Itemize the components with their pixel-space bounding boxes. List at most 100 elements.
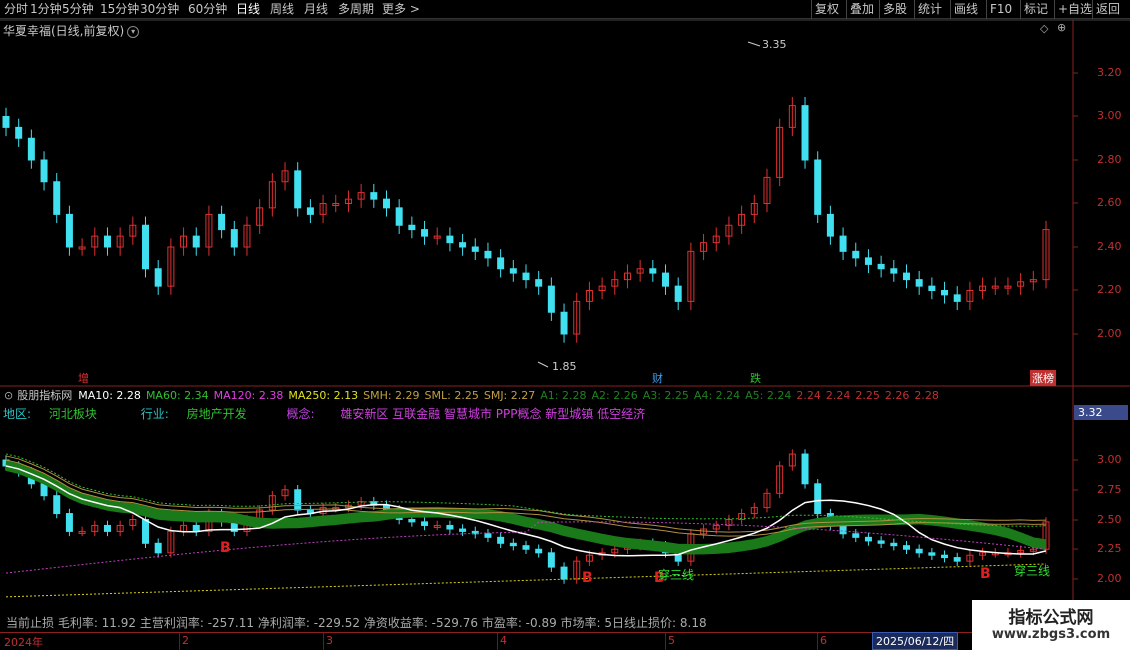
candle-body xyxy=(928,285,936,291)
date-separator xyxy=(323,633,324,650)
ma-value-5: SML: 2.25 xyxy=(424,389,479,402)
candle-body xyxy=(192,235,200,248)
region-value[interactable]: 河北板块 xyxy=(49,407,97,421)
sub-candle-body xyxy=(103,524,111,532)
sub-candle-body xyxy=(877,540,885,544)
price-tick: 2.60 xyxy=(1097,196,1122,209)
sub-candle-body xyxy=(53,495,61,515)
candle-body xyxy=(53,181,61,215)
sub-candle-body xyxy=(154,542,162,554)
candle-body xyxy=(306,207,314,215)
sub-candle-body xyxy=(801,453,809,485)
sub-candle-body xyxy=(928,552,936,556)
candle-body xyxy=(522,272,530,281)
current-price-box: 3.32 xyxy=(1074,405,1128,420)
indicator-toggle-icon[interactable]: ⊙ xyxy=(4,389,13,402)
sub-candle-body xyxy=(497,536,505,544)
candle-body xyxy=(852,250,860,259)
price-tick: 2.00 xyxy=(1097,327,1122,340)
sub-candle-body xyxy=(408,519,416,523)
date-label: 3 xyxy=(326,634,333,647)
candle-body xyxy=(535,279,543,287)
sub-candle-body xyxy=(192,524,200,532)
candle-body xyxy=(459,242,467,248)
candle-body xyxy=(230,229,238,248)
date-separator xyxy=(179,633,180,650)
price-tick: 3.20 xyxy=(1097,66,1122,79)
marker-finance: 财 xyxy=(652,372,663,385)
concept-values[interactable]: 雄安新区 互联金融 智慧城市 PPP概念 新型城镇 低空经济 xyxy=(340,407,645,421)
high-price-label: 3.35 xyxy=(762,38,787,51)
sub-candle-body xyxy=(864,536,872,542)
sub-candle-body xyxy=(560,566,568,580)
sub-candle-body xyxy=(902,545,910,550)
sub-candle-body xyxy=(814,483,822,515)
ma-value-8: A2: 2.26 xyxy=(591,389,638,402)
cross-signal: 穿三线 xyxy=(658,568,695,582)
buy-signal: B xyxy=(980,566,991,582)
ma-value-16: 2.28 xyxy=(914,389,939,402)
industry-value[interactable]: 房地产开发 xyxy=(187,407,247,421)
candle-body xyxy=(890,268,898,274)
candle-body xyxy=(662,272,670,287)
price-tick: 3.00 xyxy=(1097,109,1122,122)
candle-body xyxy=(382,198,390,209)
ma-value-0: MA10: 2.28 xyxy=(78,389,141,402)
financial-summary: 当前止损 毛利率: 11.92 主营利润率: -257.11 净利润率: -22… xyxy=(6,616,707,630)
sub-price-tick: 3.00 xyxy=(1097,453,1122,466)
ma-legend: ⊙ 股朋指标网 MA10: 2.28 MA60: 2.34 MA120: 2.38 MA2… xyxy=(0,387,944,402)
candle-body xyxy=(154,268,162,287)
ribbon-band xyxy=(5,463,1047,551)
ma-value-15: 2.26 xyxy=(884,389,910,402)
candle-body xyxy=(497,257,505,270)
date-label: 2 xyxy=(182,634,189,647)
sub-candle-body xyxy=(294,489,302,511)
sub-price-tick: 2.00 xyxy=(1097,572,1122,585)
candle-body xyxy=(801,105,809,161)
candle-body xyxy=(814,159,822,215)
date-separator xyxy=(665,633,666,650)
ma-value-12: 2.24 xyxy=(796,389,821,402)
ma-value-3: MA250: 2.13 xyxy=(288,389,359,402)
candle-body xyxy=(649,268,657,274)
high-marker-line xyxy=(747,41,761,47)
candle-body xyxy=(877,263,885,270)
sub-candle-body xyxy=(915,548,923,554)
sub-price-tick: 2.75 xyxy=(1097,483,1122,496)
candle-body xyxy=(471,246,479,252)
ma-value-4: SMH: 2.29 xyxy=(363,389,420,402)
sub-candle-body xyxy=(839,524,847,535)
kline-chart[interactable] xyxy=(0,0,1130,650)
candle-body xyxy=(446,235,454,244)
candle-body xyxy=(484,250,492,259)
current-date: 2025/06/12/四 xyxy=(872,632,959,650)
price-tick: 2.20 xyxy=(1097,283,1122,296)
candle-body xyxy=(40,159,48,183)
candle-body xyxy=(915,279,923,287)
sub-candle-body xyxy=(522,545,530,550)
sub-candle-body xyxy=(890,542,898,547)
sub-candle-body xyxy=(142,519,150,544)
sub-candle-body xyxy=(535,548,543,554)
buy-signal: B xyxy=(220,540,231,556)
ma-value-14: 2.25 xyxy=(855,389,880,402)
price-tick: 2.80 xyxy=(1097,153,1122,166)
buy-signal: B xyxy=(582,570,593,586)
sub-candle-body xyxy=(446,524,454,530)
candle-body xyxy=(509,268,517,274)
sub-candle-body xyxy=(484,533,492,538)
date-label: 6 xyxy=(820,634,827,647)
date-label: 2024年 xyxy=(4,636,43,649)
date-label: 4 xyxy=(500,634,507,647)
industry-label: 行业: xyxy=(140,407,169,421)
candle-body xyxy=(395,207,403,226)
candle-body xyxy=(560,311,568,335)
ma-value-9: A3: 2.25 xyxy=(642,389,689,402)
candle-body xyxy=(370,192,378,200)
candle-body xyxy=(142,224,150,270)
indicator-name[interactable]: 股朋指标网 xyxy=(17,389,72,402)
candle-body xyxy=(294,170,302,209)
cross-signal: 穿三线 xyxy=(1014,564,1051,578)
sub-candle-body xyxy=(941,554,949,559)
price-tick: 2.40 xyxy=(1097,240,1122,253)
